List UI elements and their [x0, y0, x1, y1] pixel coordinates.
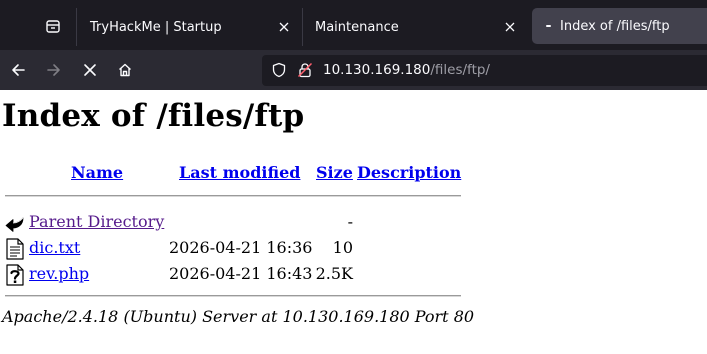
- close-icon: [279, 22, 289, 32]
- divider: [5, 195, 461, 197]
- text-file-icon: [6, 238, 24, 260]
- forward-button[interactable]: [40, 56, 68, 84]
- navigation-toolbar: 10.130.169.180/files/ftp/: [0, 50, 707, 90]
- row-size: -: [347, 212, 353, 231]
- back-icon: [5, 212, 25, 234]
- tab-strip: TryHackMe | Startup Maintenance Index of…: [0, 0, 707, 50]
- home-button[interactable]: [111, 56, 139, 84]
- url-host: 10.130.169.180: [323, 62, 431, 78]
- loading-indicator-icon: [546, 25, 551, 27]
- tab-title: TryHackMe | Startup: [90, 19, 222, 35]
- arrow-right-icon: [47, 64, 60, 76]
- table-row: rev.php 2026-04-21 16:43 2.5K: [0, 261, 470, 286]
- tab-index-files-ftp[interactable]: Index of /files/ftp: [532, 8, 707, 44]
- row-date: 2026-04-21 16:36: [169, 238, 313, 257]
- column-header-size[interactable]: Size: [316, 163, 353, 182]
- url-text[interactable]: 10.130.169.180/files/ftp/: [323, 62, 490, 78]
- tab-list-button[interactable]: [40, 13, 66, 39]
- column-header-last-modified[interactable]: Last modified: [179, 163, 300, 182]
- arrow-left-icon: [12, 64, 25, 76]
- column-header-description[interactable]: Description: [357, 163, 461, 182]
- tab-tryhackme[interactable]: TryHackMe | Startup: [76, 8, 302, 46]
- tab-maintenance[interactable]: Maintenance: [302, 8, 528, 46]
- tab-title: Maintenance: [315, 19, 399, 35]
- server-signature: Apache/2.4.18 (Ubuntu) Server at 10.130.…: [2, 307, 475, 326]
- unknown-file-icon: [6, 264, 24, 286]
- stop-icon: [84, 64, 96, 76]
- close-icon: [505, 22, 515, 32]
- page-content: Index of /files/ftp Name Last modified S…: [0, 90, 707, 354]
- tab-title: Index of /files/ftp: [560, 18, 670, 34]
- row-size: 10: [332, 238, 353, 257]
- file-link-rev-php[interactable]: rev.php: [29, 264, 89, 283]
- address-bar[interactable]: 10.130.169.180/files/ftp/: [262, 55, 707, 86]
- page-title: Index of /files/ftp: [2, 98, 305, 134]
- parent-directory-link[interactable]: Parent Directory: [29, 212, 164, 231]
- url-path: /files/ftp/: [430, 62, 490, 78]
- insecure-lock-icon[interactable]: [297, 62, 313, 78]
- close-tab-button[interactable]: [502, 19, 518, 35]
- back-button[interactable]: [4, 56, 32, 84]
- row-size: 2.5K: [315, 264, 353, 283]
- column-header-name[interactable]: Name: [71, 163, 123, 182]
- divider: [5, 295, 461, 297]
- file-link-dic-txt[interactable]: dic.txt: [29, 238, 80, 257]
- close-tab-button[interactable]: [276, 19, 292, 35]
- home-icon: [119, 63, 131, 77]
- tab-list-icon: [46, 20, 60, 33]
- table-row: dic.txt 2026-04-21 16:36 10: [0, 235, 470, 260]
- row-date: 2026-04-21 16:43: [169, 264, 313, 283]
- table-row: Parent Directory -: [0, 209, 470, 234]
- stop-button[interactable]: [76, 56, 104, 84]
- tracking-protection-shield-icon[interactable]: [271, 62, 287, 78]
